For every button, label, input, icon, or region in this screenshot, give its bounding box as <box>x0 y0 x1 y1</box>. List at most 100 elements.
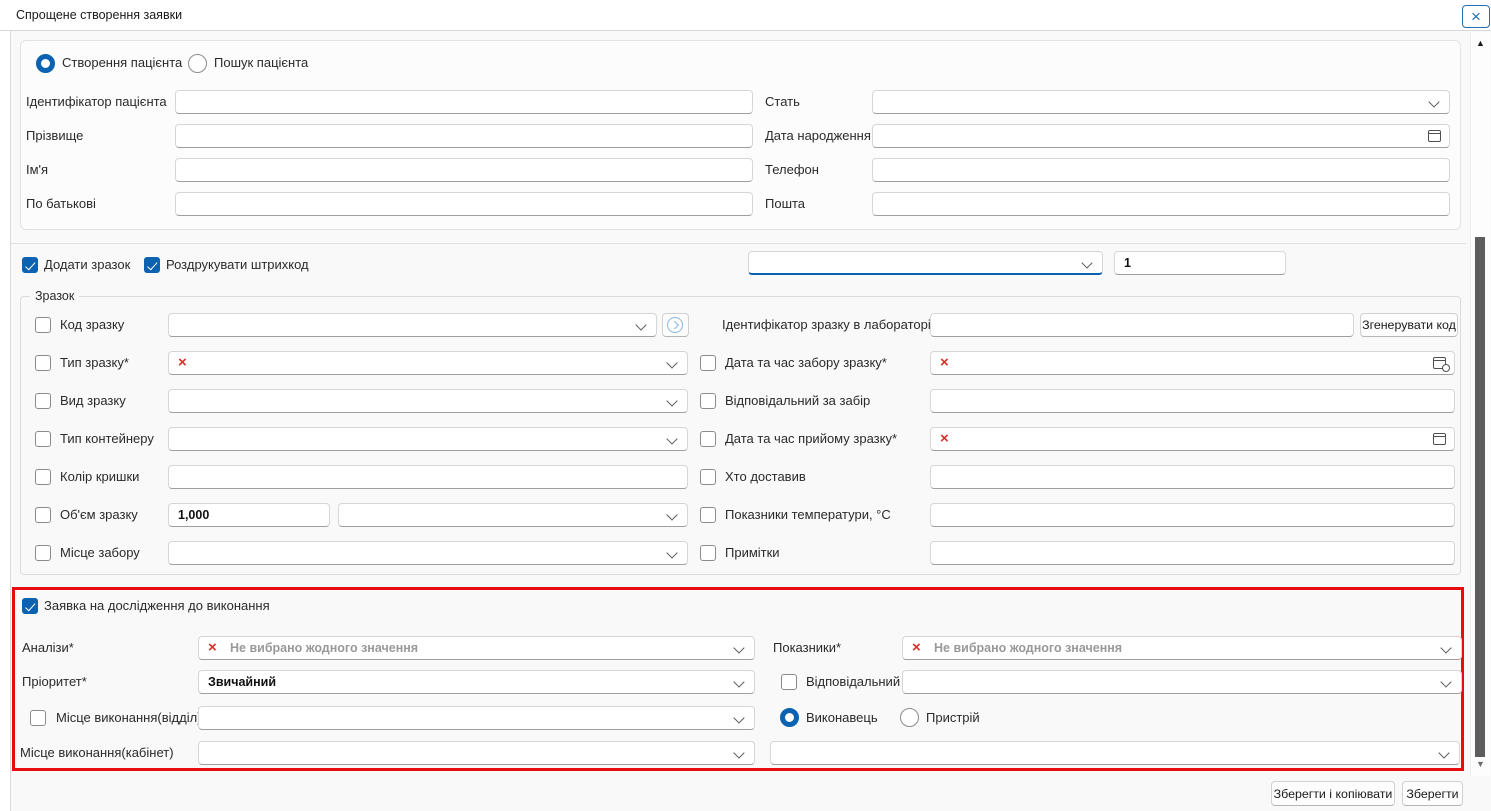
create-patient-label: Створення пацієнта <box>62 51 182 75</box>
save-button[interactable]: Зберегти <box>1402 781 1463 806</box>
calendar-icon <box>1433 433 1446 445</box>
copies-count-value: 1 <box>1124 252 1131 274</box>
reception-datetime-label: Дата та час прийому зразку* <box>725 427 897 451</box>
chevron-down-icon <box>733 676 744 687</box>
gender-select[interactable] <box>872 90 1450 114</box>
lastname-input[interactable] <box>175 124 753 148</box>
search-patient-radio[interactable] <box>188 54 207 73</box>
firstname-input[interactable] <box>175 158 753 182</box>
add-sample-checkbox[interactable] <box>22 257 38 273</box>
device-radio[interactable] <box>900 708 919 727</box>
cap-color-input[interactable] <box>168 465 688 489</box>
delivered-by-checkbox[interactable] <box>700 469 716 485</box>
collection-place-checkbox[interactable] <box>35 545 51 561</box>
reception-datetime-checkbox[interactable] <box>700 431 716 447</box>
notes-checkbox[interactable] <box>700 545 716 561</box>
responsible-checkbox[interactable] <box>781 674 797 690</box>
temperature-checkbox[interactable] <box>700 507 716 523</box>
lab-sample-id-input[interactable] <box>930 313 1354 337</box>
executor-radio[interactable] <box>780 708 799 727</box>
print-barcode-checkbox[interactable] <box>144 257 160 273</box>
create-patient-radio[interactable] <box>36 54 55 73</box>
sample-volume-label: Об'єм зразку <box>60 503 138 527</box>
chevron-down-icon <box>1440 642 1451 653</box>
gender-label: Стать <box>765 90 800 114</box>
execution-cabinet-select[interactable] <box>198 741 755 765</box>
responsible-select[interactable] <box>902 670 1462 694</box>
collection-datetime-checkbox[interactable] <box>700 355 716 371</box>
sample-code-label: Код зразку <box>60 313 124 337</box>
scroll-up-icon[interactable]: ▲ <box>1473 36 1488 50</box>
sample-kind-checkbox[interactable] <box>35 393 51 409</box>
chevron-down-icon <box>1428 96 1439 107</box>
copies-count-input[interactable]: 1 <box>1114 251 1286 275</box>
birthdate-input[interactable] <box>872 124 1450 148</box>
collection-place-select[interactable] <box>168 541 688 565</box>
priority-label: Пріоритет* <box>22 670 87 694</box>
chevron-down-icon <box>1440 676 1451 687</box>
execution-department-select[interactable] <box>198 706 755 730</box>
firstname-label: Ім'я <box>26 158 48 182</box>
chevron-down-icon <box>666 395 677 406</box>
sample-code-select[interactable] <box>168 313 657 337</box>
sample-volume-checkbox[interactable] <box>35 507 51 523</box>
collection-datetime-label: Дата та час забору зразку* <box>725 351 887 375</box>
window-title: Спрощене створення заявки <box>16 0 182 30</box>
execution-cabinet-label: Місце виконання(кабінет) <box>20 741 174 765</box>
patronymic-label: По батькові <box>26 192 96 216</box>
simplified-request-dialog: Спрощене створення заявки × Створення па… <box>0 0 1491 811</box>
research-request-checkbox[interactable] <box>22 598 38 614</box>
scroll-down-icon[interactable]: ▼ <box>1473 757 1488 771</box>
cap-color-checkbox[interactable] <box>35 469 51 485</box>
sample-groupbox-legend: Зразок <box>30 289 79 303</box>
search-patient-label: Пошук пацієнта <box>214 51 308 75</box>
chevron-down-icon <box>635 319 646 330</box>
email-input[interactable] <box>872 192 1450 216</box>
analyses-select[interactable]: × Не вибрано жодного значення <box>198 636 755 660</box>
phone-input[interactable] <box>872 158 1450 182</box>
invalid-x-icon: × <box>912 637 921 659</box>
collection-place-label: Місце забору <box>60 541 140 565</box>
container-type-checkbox[interactable] <box>35 431 51 447</box>
indicators-select[interactable]: × Не вибрано жодного значення <box>902 636 1462 660</box>
temperature-input[interactable] <box>930 503 1455 527</box>
barcode-printer-select[interactable] <box>748 251 1103 275</box>
sample-type-select[interactable]: × <box>168 351 688 375</box>
execution-department-checkbox[interactable] <box>30 710 46 726</box>
patronymic-input[interactable] <box>175 192 753 216</box>
close-button[interactable]: × <box>1462 5 1490 28</box>
chevron-down-icon <box>666 433 677 444</box>
email-label: Пошта <box>765 192 805 216</box>
generate-code-button[interactable]: Згенерувати код <box>1360 313 1458 337</box>
sample-type-checkbox[interactable] <box>35 355 51 371</box>
sample-volume-unit-select[interactable] <box>338 503 688 527</box>
sample-type-label: Тип зразку* <box>60 351 129 375</box>
sample-code-checkbox[interactable] <box>35 317 51 333</box>
reception-datetime-input[interactable]: × <box>930 427 1455 451</box>
sample-kind-select[interactable] <box>168 389 688 413</box>
delivered-by-label: Хто доставив <box>725 465 806 489</box>
collection-responsible-checkbox[interactable] <box>700 393 716 409</box>
executor-select[interactable] <box>770 741 1460 765</box>
priority-select[interactable]: Звичайний <box>198 670 755 694</box>
sample-code-lookup-button[interactable] <box>662 313 689 337</box>
titlebar: Спрощене створення заявки <box>0 0 1491 31</box>
sample-volume-input[interactable]: 1,000 <box>168 503 330 527</box>
divider <box>11 243 1466 244</box>
sample-volume-value: 1,000 <box>178 504 209 526</box>
scrollbar-thumb[interactable] <box>1475 237 1485 757</box>
collection-datetime-input[interactable]: × <box>930 351 1455 375</box>
close-icon: × <box>1471 7 1481 27</box>
delivered-by-input[interactable] <box>930 465 1455 489</box>
patient-id-label: Ідентифікатор пацієнта <box>26 90 167 114</box>
chevron-down-icon <box>733 747 744 758</box>
calendar-icon <box>1428 130 1441 142</box>
notes-input[interactable] <box>930 541 1455 565</box>
lastname-label: Прізвище <box>26 124 83 148</box>
container-type-select[interactable] <box>168 427 688 451</box>
save-and-copy-button[interactable]: Зберегти і копіювати <box>1271 781 1395 806</box>
collection-responsible-input[interactable] <box>930 389 1455 413</box>
patient-id-input[interactable] <box>175 90 753 114</box>
chevron-down-icon <box>666 357 677 368</box>
analyses-label: Аналізи* <box>22 636 74 660</box>
